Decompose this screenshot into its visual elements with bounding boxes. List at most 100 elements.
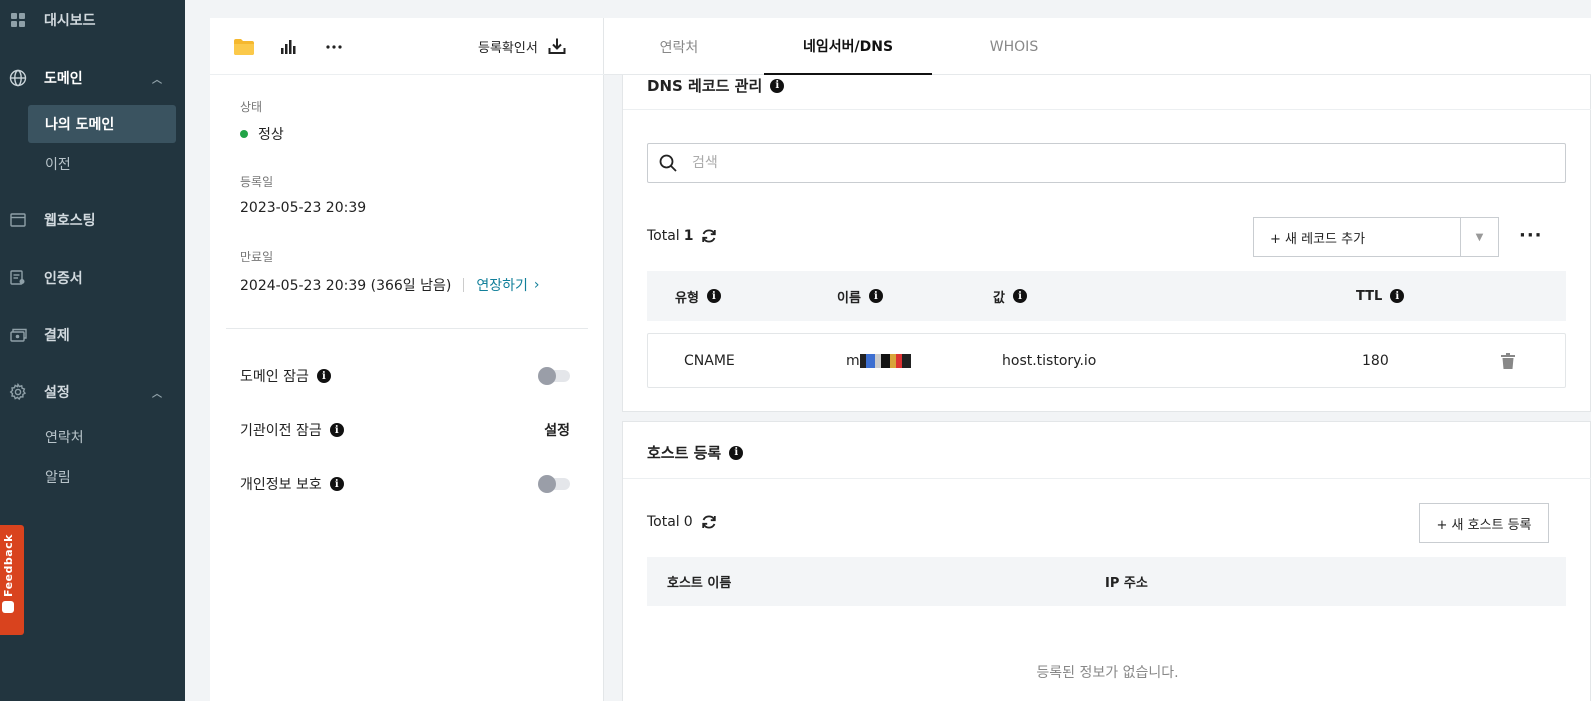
privacy-toggle[interactable] [538,475,570,493]
column-label: TTL [1356,288,1383,304]
record-name: m [846,334,920,387]
setting-registrar-lock: 기관이전 잠금 i 설정 [240,418,570,442]
more-icon[interactable] [323,37,345,57]
tab-whois[interactable]: WHOIS [959,18,1069,75]
total-count: 1 [683,228,694,244]
setting-label: 개인정보 보호 [240,477,322,493]
info-icon[interactable]: i [770,78,785,93]
feedback-label: Feedback [2,534,15,597]
chevron-up-icon: ︿ [152,74,162,86]
record-value: host.tistory.io [1002,352,1097,369]
renew-link[interactable]: 연장하기 › [476,275,539,295]
dns-records-title: DNS 레코드 관리 i [647,75,785,96]
setting-domain-lock: 도메인 잠금 i [240,364,570,388]
payment-icon [9,326,27,344]
smiley-icon [2,601,14,613]
column-host-name: 호스트 이름 [667,576,732,591]
sidebar-item-label: 결제 [44,328,70,344]
caret-down-icon[interactable]: ▼ [1460,218,1498,256]
info-icon[interactable]: i [729,445,744,460]
domain-toolbar: 등록확인서 [210,18,604,75]
host-registration-title: 호스트 등록 i [647,442,744,463]
record-ttl: 180 [1362,352,1389,369]
sidebar-subitem-notifications[interactable]: 알림 [28,458,176,496]
sidebar-item-domain[interactable]: 도메인 ︿ [0,58,185,98]
host-registration-card: 호스트 등록 i Total 0 + 새 호스트 등록 호스트 이름 IP 주소… [622,421,1591,701]
registered-label: 등록일 [240,175,274,189]
download-certificate-button[interactable]: 등록확인서 [478,35,566,57]
setting-privacy-protection: 개인정보 보호 i [240,472,570,496]
info-icon[interactable]: i [868,289,883,303]
total-label: Total [647,228,680,244]
sidebar-item-payment[interactable]: 결제 [0,315,185,355]
feedback-tab[interactable]: Feedback [0,525,24,635]
column-label: 이름 [837,290,861,306]
info-icon[interactable]: i [316,369,331,383]
refresh-icon[interactable] [701,514,717,530]
info-icon[interactable]: i [329,423,344,437]
column-ttl: TTL i [1356,271,1405,321]
tab-contacts[interactable]: 연락처 [624,18,734,75]
column-type: 유형 i [675,271,721,321]
certificate-icon [9,269,27,287]
sidebar-subitem-contacts[interactable]: 연락처 [28,418,176,456]
info-icon[interactable]: i [1390,289,1405,303]
expiry-label: 만료일 [240,250,274,264]
registered-date: 2023-05-23 20:39 [240,200,367,216]
certificate-label: 등록확인서 [478,40,538,56]
sidebar-item-dashboard[interactable]: 대시보드 [0,0,185,40]
dns-total: Total 1 [647,228,717,244]
separator [463,278,465,292]
registrar-lock-setting-link[interactable]: 설정 [544,420,570,440]
table-row[interactable]: CNAME m host.tistory.io 180 [647,333,1566,388]
renew-label: 연장하기 [476,278,528,294]
bar-chart-icon[interactable] [277,37,299,57]
sidebar-item-label: 웹호스팅 [44,213,96,229]
column-name: 이름 i [837,271,883,321]
redacted-name [859,353,920,368]
status-dot-icon [240,130,248,138]
info-icon[interactable]: i [706,289,721,303]
dns-table-header: 유형 i 이름 i 값i TTL i [647,271,1566,321]
card-title-text: DNS 레코드 관리 [647,77,763,95]
folder-icon[interactable] [233,37,255,57]
add-record-button[interactable]: + 새 레코드 추가 ▼ [1253,217,1499,257]
expiry-date: 2024-05-23 20:39 (366일 남음) [240,278,452,294]
globe-icon [9,69,27,87]
column-value: 값i [993,271,1027,321]
sidebar-subitem-my-domain[interactable]: 나의 도메인 [28,105,176,143]
section-divider [226,328,588,329]
card-divider [623,109,1591,110]
sidebar-item-webhosting[interactable]: 웹호스팅 [0,200,185,240]
info-icon[interactable]: i [1012,289,1027,303]
status-text: 정상 [258,127,284,143]
empty-state-text: 등록된 정보가 없습니다. [1036,665,1179,681]
info-icon[interactable]: i [329,477,344,491]
domain-info-panel: 등록확인서 상태 정상 등록일 2023-05-23 20:39 만료일 202… [210,18,604,701]
record-name-text: m [846,352,860,369]
add-record-label: + 새 레코드 추가 [1270,231,1366,247]
refresh-icon[interactable] [701,228,717,244]
sidebar-item-label: 인증서 [44,271,83,287]
setting-label: 도메인 잠금 [240,369,309,385]
delete-record-button[interactable] [1501,334,1515,387]
sidebar: 대시보드 도메인 ︿ 나의 도메인 이전 웹호스팅 인증서 결제 설정 ︿ 연락… [0,0,185,701]
column-label: 유형 [675,290,699,306]
dns-search-box [647,143,1566,183]
detail-tabs: 연락처 네임서버/DNS WHOIS [604,18,1591,75]
card-title-text: 호스트 등록 [647,444,722,462]
toggle-knob [538,367,556,385]
domain-lock-toggle[interactable] [538,367,570,385]
dns-search-input[interactable] [692,155,1492,171]
setting-label: 기관이전 잠금 [240,423,322,439]
sidebar-subitem-transfer[interactable]: 이전 [28,145,176,183]
sidebar-item-certificate[interactable]: 인증서 [0,258,185,298]
chevron-up-icon: ︿ [152,388,162,400]
sidebar-item-settings[interactable]: 설정 ︿ [0,372,185,412]
tab-nameserver-dns[interactable]: 네임서버/DNS [764,18,932,75]
add-host-button[interactable]: + 새 호스트 등록 [1419,503,1549,543]
total-label: Total [647,514,680,530]
record-type: CNAME [684,352,735,369]
sidebar-item-label: 대시보드 [44,13,96,29]
more-icon[interactable]: ··· [1519,225,1543,246]
